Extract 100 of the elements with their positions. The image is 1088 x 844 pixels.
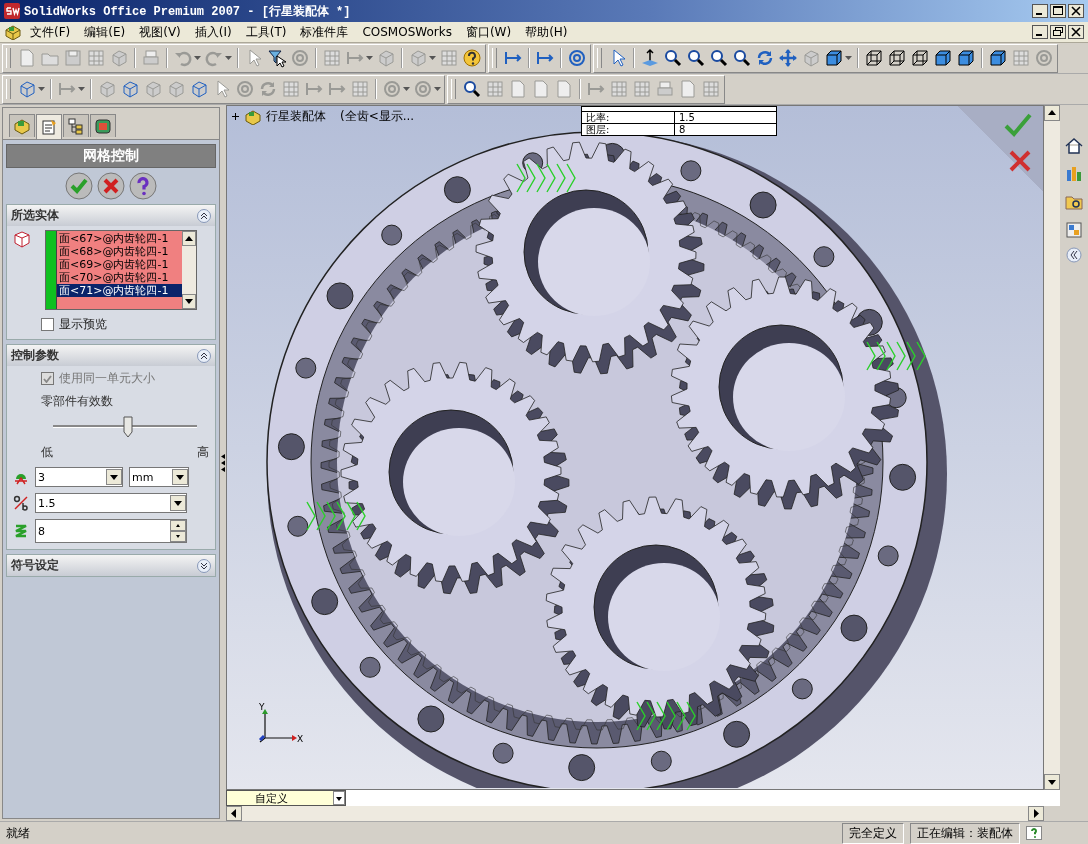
expand-chevron-icon[interactable] <box>1066 247 1082 263</box>
shaded-icon[interactable] <box>956 48 976 68</box>
selection-filter-icon[interactable] <box>267 48 287 68</box>
dropdown-caret-icon[interactable] <box>429 56 436 60</box>
wireframe-icon[interactable] <box>864 48 884 68</box>
table-cell: 图层: <box>582 124 675 135</box>
dropdown-caret-icon[interactable] <box>366 56 373 60</box>
assembly-icon <box>244 108 262 125</box>
scrollbar[interactable] <box>1044 105 1060 790</box>
menu-item[interactable]: 编辑(E) <box>78 23 132 41</box>
expand-chevron-icon[interactable] <box>197 558 211 573</box>
layers-field[interactable]: 8 <box>35 519 187 543</box>
panel-tab[interactable] <box>90 114 116 137</box>
zoom-to-area-icon[interactable] <box>686 48 706 68</box>
ratio-field[interactable]: 1.5 <box>35 493 187 513</box>
component-pattern-icon[interactable] <box>189 79 209 99</box>
cancel-x-icon[interactable] <box>97 172 125 200</box>
dropdown-caret-icon[interactable] <box>845 56 852 60</box>
rotate-icon[interactable] <box>755 48 775 68</box>
panel-tab[interactable] <box>63 114 89 137</box>
scroll-up-icon[interactable] <box>1044 105 1060 121</box>
scrollbar[interactable] <box>182 231 196 309</box>
zoom-to-fit-icon[interactable] <box>663 48 683 68</box>
dropdown-caret-icon[interactable] <box>78 87 85 91</box>
hidden-lines-icon[interactable] <box>887 48 907 68</box>
list-item[interactable]: 面<67>@内齿轮四-1 <box>57 232 182 245</box>
element-size-field[interactable]: 3 <box>35 467 123 487</box>
minimize-icon[interactable] <box>1032 25 1048 39</box>
normal-to-icon[interactable] <box>640 48 660 68</box>
scroll-down-icon[interactable] <box>1044 774 1060 790</box>
collapse-chevron-icon[interactable] <box>197 348 211 363</box>
configuration-tree-icon <box>67 117 85 135</box>
assembly-icon <box>13 117 31 135</box>
ok-check-icon[interactable] <box>1003 112 1033 138</box>
panel-tab[interactable] <box>9 114 35 137</box>
face-cube-icon <box>13 230 31 248</box>
axis-label: Y <box>259 702 265 712</box>
save-icon[interactable] <box>63 48 83 68</box>
tree-item[interactable]: 行星装配体 <box>266 108 326 125</box>
splitter-arrows-icon[interactable] <box>221 454 225 472</box>
dropdown-caret-icon[interactable] <box>434 87 441 91</box>
assembly-icon[interactable] <box>17 79 37 99</box>
tree-note: (全齿<显示... <box>340 108 415 125</box>
pan-icon[interactable] <box>778 48 798 68</box>
components-icon[interactable] <box>120 79 140 99</box>
view-orientation-dropdown[interactable]: 自定义 <box>226 790 346 806</box>
home-icon[interactable] <box>1063 135 1085 157</box>
collapse-chevron-icon[interactable] <box>197 208 211 223</box>
scroll-down-icon[interactable] <box>182 294 196 309</box>
expand-plus-icon[interactable] <box>231 112 240 121</box>
scrollbar[interactable] <box>226 806 1044 821</box>
help-icon[interactable] <box>1026 826 1042 840</box>
menu-item[interactable]: 窗口(W) <box>459 23 518 41</box>
menu-item[interactable]: 标准件库 <box>294 23 355 41</box>
cancel-x-icon[interactable] <box>1007 148 1033 174</box>
unit-dropdown[interactable]: mm <box>129 467 189 487</box>
menu-item[interactable]: 帮助(H) <box>519 23 574 41</box>
panel-tab[interactable] <box>36 114 62 139</box>
slider[interactable] <box>53 416 197 438</box>
ok-check-icon[interactable] <box>65 172 93 200</box>
list-item[interactable]: 面<70>@内齿轮四-1 <box>57 271 182 284</box>
help-icon[interactable] <box>462 48 482 68</box>
menu-item[interactable]: 插入(I) <box>188 23 238 41</box>
dropdown-caret-icon[interactable] <box>403 87 410 91</box>
scroll-right-icon[interactable] <box>1028 806 1044 821</box>
list-item[interactable]: 面<69>@内齿轮四-1 <box>57 258 182 271</box>
low-label: 低 <box>41 444 53 461</box>
dropdown-caret-icon[interactable] <box>225 56 232 60</box>
maximize-icon[interactable] <box>1050 4 1066 18</box>
selection-list[interactable]: 面<67>@内齿轮四-1 面<68>@内齿轮四-1 面<69>@内齿轮四-1 面<70>@内齿轮四-1 面<71>@内齿轮四-1 <box>45 230 197 310</box>
checkbox[interactable] <box>41 318 54 331</box>
shaded-with-edges-icon[interactable] <box>933 48 953 68</box>
zoom-in-out-icon[interactable] <box>709 48 729 68</box>
palette-icon[interactable] <box>1063 219 1085 241</box>
minimize-icon[interactable] <box>1032 4 1048 18</box>
slider-thumb[interactable] <box>122 416 133 438</box>
help-icon[interactable] <box>129 172 157 200</box>
menu-item[interactable]: 视图(V) <box>133 23 187 41</box>
view-orientation-icon[interactable] <box>824 48 844 68</box>
dropdown-caret-icon[interactable] <box>194 56 201 60</box>
close-icon[interactable] <box>1068 25 1084 39</box>
menu-item[interactable]: 文件(F) <box>24 23 77 41</box>
dropdown-caret-icon[interactable] <box>38 87 45 91</box>
list-item[interactable]: 面<68>@内齿轮四-1 <box>57 245 182 258</box>
menu-item[interactable]: COSMOSWorks <box>356 25 458 39</box>
shadow-icon[interactable] <box>988 48 1008 68</box>
scroll-up-icon[interactable] <box>182 231 196 246</box>
magnifier-icon[interactable] <box>462 79 482 99</box>
checkmark-icon <box>43 374 52 383</box>
scroll-left-icon[interactable] <box>226 806 242 821</box>
axis-label: X <box>297 734 304 744</box>
list-item[interactable]: 面<71>@内齿轮四-1 <box>57 284 182 297</box>
checkbox-label: 使用同一单元大小 <box>59 370 155 387</box>
spin-buttons-icon[interactable] <box>170 520 186 542</box>
close-icon[interactable] <box>1068 4 1084 18</box>
hidden-lines-removed-icon[interactable] <box>910 48 930 68</box>
target-icon[interactable] <box>567 48 587 68</box>
menu-item[interactable]: 工具(T) <box>239 23 293 41</box>
restore-icon[interactable] <box>1050 25 1066 39</box>
zoom-to-selection-icon[interactable] <box>732 48 752 68</box>
